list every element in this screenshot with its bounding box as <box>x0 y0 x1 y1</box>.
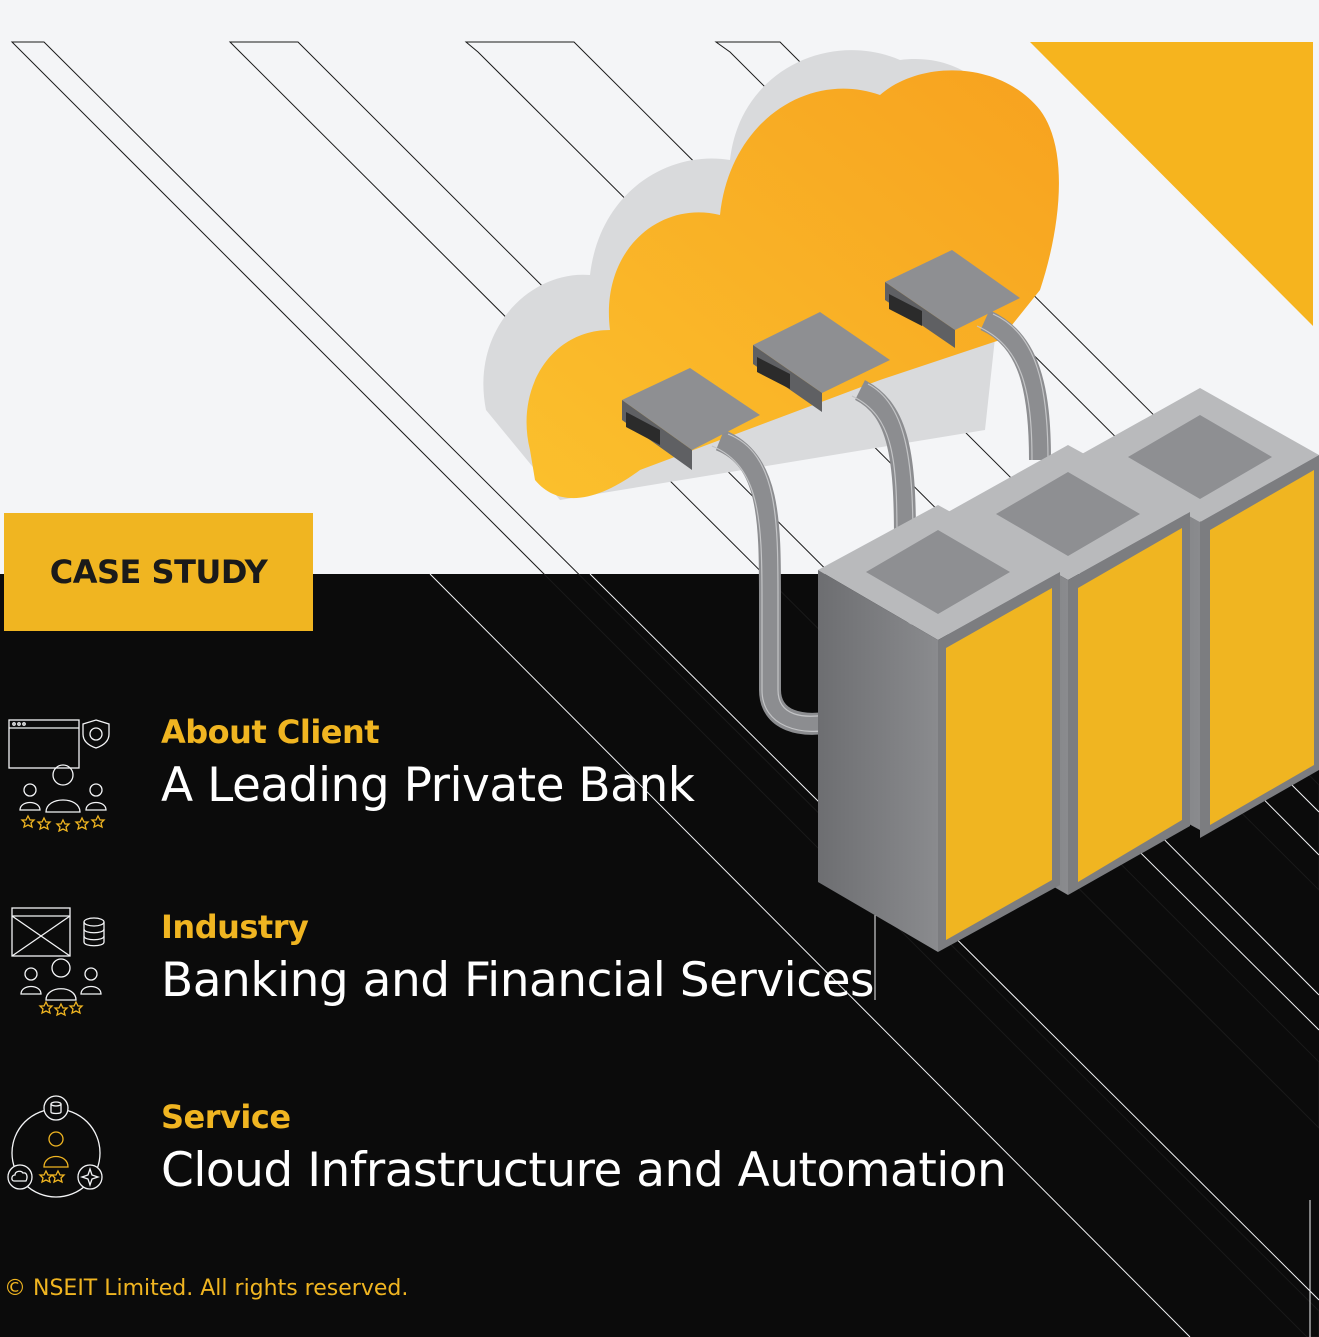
about-client-section: About Client A Leading Private Bank <box>161 712 695 816</box>
case-study-cover: CASE STUDY About Client A Leading Privat… <box>0 0 1319 1337</box>
about-client-value: A Leading Private Bank <box>161 758 695 813</box>
case-study-badge: CASE STUDY <box>4 513 313 631</box>
client-security-icon <box>8 719 110 832</box>
industry-label: Industry <box>161 908 309 946</box>
copyright-footer: © NSEIT Limited. All rights reserved. <box>4 1276 409 1301</box>
service-section: Service Cloud Infrastructure and Automat… <box>161 1097 1007 1201</box>
industry-section: Industry Banking and Financial Services <box>161 907 874 1011</box>
industry-data-icon <box>11 907 105 1017</box>
corner-triangle <box>1030 42 1313 326</box>
service-value: Cloud Infrastructure and Automation <box>161 1143 1007 1198</box>
industry-value: Banking and Financial Services <box>161 953 874 1008</box>
case-study-label: CASE STUDY <box>49 553 268 591</box>
service-label: Service <box>161 1098 291 1136</box>
about-client-label: About Client <box>161 713 380 751</box>
service-cloud-icon <box>7 1095 103 1198</box>
